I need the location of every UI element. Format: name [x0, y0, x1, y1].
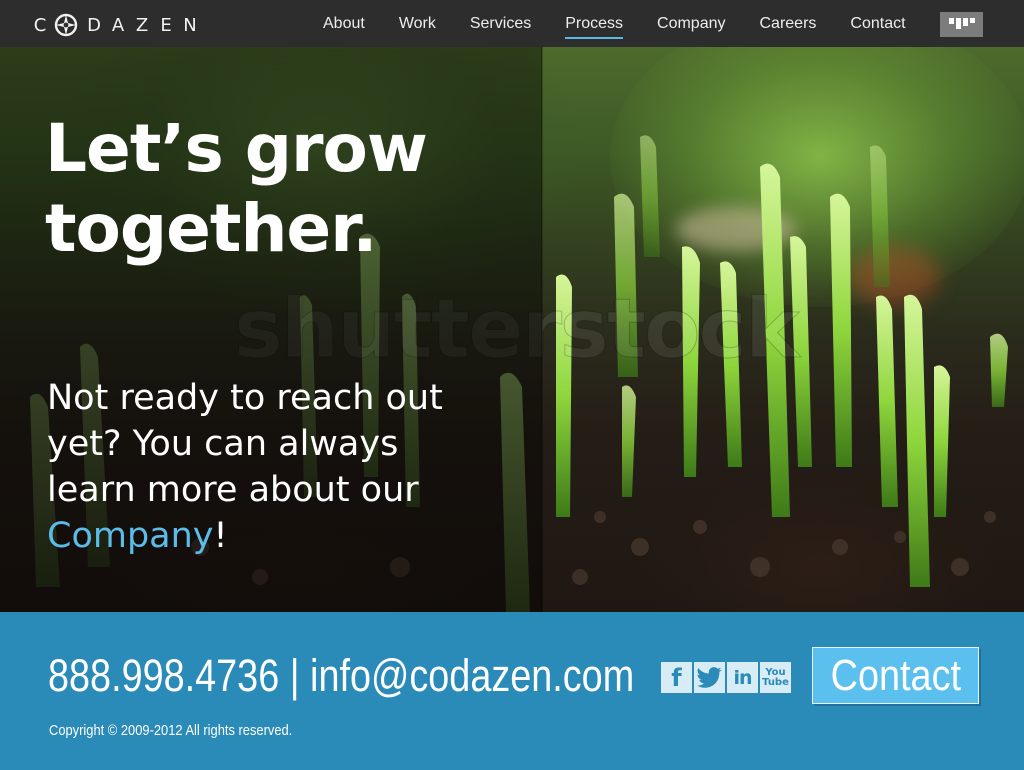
- top-navigation-bar: C D A Z E N About Work Services Process …: [0, 0, 1024, 47]
- phone-and-email[interactable]: 888.998.4736 | info@codazen.com: [48, 650, 634, 702]
- hero-pitch-text: Not ready to reach out yet? You can alwa…: [47, 375, 517, 559]
- facebook-icon[interactable]: f: [661, 662, 692, 693]
- pitch-line-2: yet? You can always: [47, 424, 399, 464]
- codazen-logo[interactable]: C D A Z E N: [28, 12, 202, 38]
- main-nav: About Work Services Process Company Care…: [306, 0, 923, 47]
- nav-link-process[interactable]: Process: [548, 0, 640, 47]
- nav-link-services[interactable]: Services: [453, 0, 548, 47]
- contact-button[interactable]: Contact: [812, 647, 979, 704]
- nav-link-work[interactable]: Work: [382, 0, 453, 47]
- logo-letter-n: N: [183, 14, 197, 36]
- nav-link-contact[interactable]: Contact: [833, 0, 922, 47]
- pitch-line-3: learn more about our: [47, 470, 419, 510]
- hero-headline: Let’s grow together.: [45, 109, 525, 269]
- nav-link-about[interactable]: About: [306, 0, 382, 47]
- youtube-icon[interactable]: You Tube: [760, 662, 791, 693]
- linkedin-icon[interactable]: in: [727, 662, 758, 693]
- company-link[interactable]: Company: [47, 516, 214, 556]
- headline-line-1: Let’s grow: [45, 110, 428, 187]
- nav-link-careers[interactable]: Careers: [743, 0, 834, 47]
- contact-button-label: Contact: [830, 650, 961, 700]
- fist-badge-button[interactable]: [940, 12, 983, 37]
- logo-letter-d: D: [87, 14, 101, 36]
- fist-icon: [948, 17, 975, 29]
- social-links: f in You Tube: [661, 662, 791, 693]
- twitter-icon[interactable]: [694, 662, 725, 693]
- twitter-bird-icon: [696, 666, 722, 688]
- youtube-you-label: You: [765, 666, 786, 678]
- nav-link-company[interactable]: Company: [640, 0, 742, 47]
- pitch-line-1: Not ready to reach out: [47, 378, 443, 418]
- pitch-end-punctuation: !: [213, 516, 228, 556]
- logo-letter-a: A: [111, 14, 125, 36]
- logo-letter-c: C: [33, 14, 47, 36]
- headline-line-2: together.: [45, 190, 377, 267]
- footer: 888.998.4736 | info@codazen.com f in You…: [0, 612, 1024, 770]
- logo-letter-z: Z: [135, 14, 149, 36]
- hero-section: shutterstock Let’s grow together. Not re…: [0, 47, 1024, 612]
- youtube-tube-label: Tube: [762, 676, 789, 688]
- copyright-text: Copyright © 2009-2012 All rights reserve…: [49, 722, 293, 739]
- logo-letter-e: E: [160, 14, 172, 36]
- compass-logo-icon: [54, 13, 78, 37]
